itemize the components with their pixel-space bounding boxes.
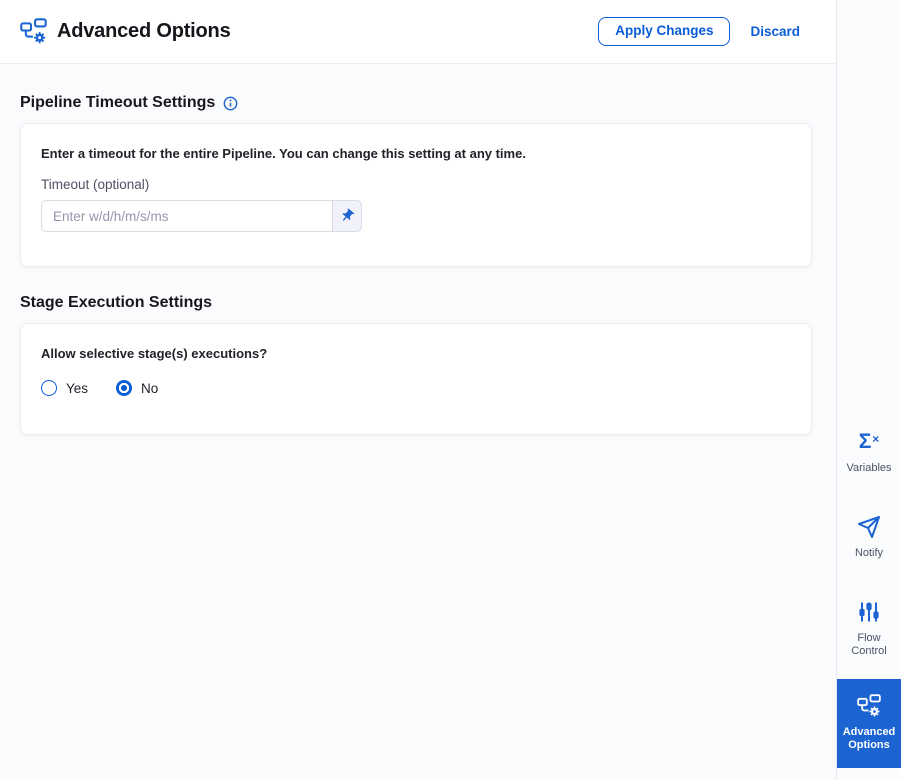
sidebar-item-advanced-options[interactable]: Advanced Options (837, 678, 901, 768)
stage-execution-heading-label: Stage Execution Settings (20, 294, 213, 311)
sliders-icon (857, 600, 881, 624)
radio-yes-label: Yes (66, 380, 89, 396)
timeout-description: Enter a timeout for the entire Pipeline.… (41, 146, 526, 161)
selective-stages-question: Allow selective stage(s) executions? (41, 346, 268, 361)
sidebar-item-notify[interactable]: Notify (837, 495, 901, 580)
page-title: Advanced Options (57, 20, 231, 42)
sidebar-item-label: Variables (846, 461, 892, 474)
pipeline-timeout-heading: Pipeline Timeout Settings (20, 94, 812, 112)
sidebar-item-label: Flow Control (851, 632, 887, 658)
radio-yes[interactable] (41, 380, 57, 396)
timeout-input-row (41, 200, 791, 232)
pipeline-timeout-heading-label: Pipeline Timeout Settings (20, 94, 216, 111)
pipeline-gear-icon (20, 18, 47, 45)
sidebar-item-flow-control[interactable]: Flow Control (837, 580, 901, 678)
paper-plane-icon (857, 515, 881, 539)
apply-changes-button[interactable]: Apply Changes (598, 17, 731, 46)
radio-no[interactable] (116, 380, 133, 396)
panel-header: Advanced Options Apply Changes Discard (0, 0, 836, 64)
sidebar-item-label: Advanced Options (842, 725, 896, 751)
page-body: Pipeline Timeout Settings Enter a timeou… (0, 64, 836, 780)
selective-stages-radio-group: Yes No (41, 380, 791, 396)
header-actions: Apply Changes Discard (598, 17, 800, 46)
pipeline-gear-icon (857, 693, 881, 718)
discard-link[interactable]: Discard (750, 24, 800, 39)
value-type-pin-button[interactable] (332, 200, 362, 232)
stage-execution-card: Allow selective stage(s) executions? Yes… (20, 323, 812, 435)
radio-no-label: No (141, 380, 159, 396)
advanced-options-panel: Advanced Options Apply Changes Discard P… (0, 0, 901, 780)
timeout-input[interactable] (41, 200, 333, 232)
timeout-field-label: Timeout (optional) (41, 177, 150, 192)
sidebar-item-label: Notify (854, 547, 884, 560)
main-column: Advanced Options Apply Changes Discard P… (0, 0, 836, 780)
stage-execution-heading: Stage Execution Settings (20, 294, 812, 312)
right-toolbar: Σ × Variables Notify Flow Control Advanc… (836, 0, 901, 780)
radio-option-no[interactable]: No (116, 380, 158, 396)
pipeline-timeout-card: Enter a timeout for the entire Pipeline.… (20, 123, 812, 267)
sidebar-item-variables[interactable]: Σ × Variables (837, 410, 901, 495)
info-icon[interactable] (223, 96, 238, 111)
radio-option-yes[interactable]: Yes (41, 380, 88, 396)
sigma-x-icon: Σ × (858, 430, 880, 454)
pin-icon (342, 208, 355, 221)
